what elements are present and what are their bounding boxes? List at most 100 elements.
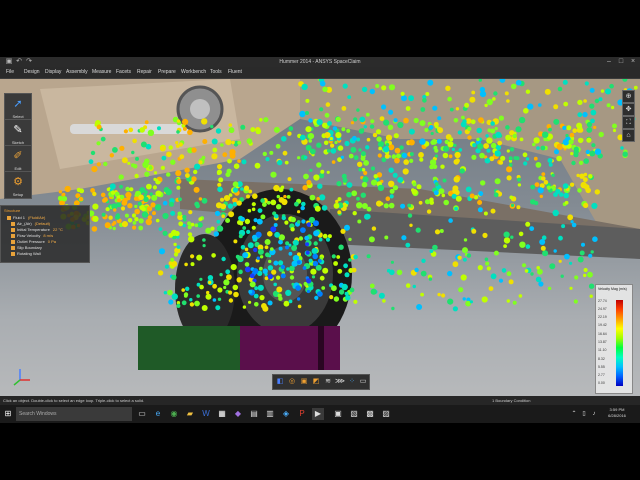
particle [293,255,300,261]
particle [553,249,557,253]
particle [490,142,497,149]
particle [329,136,333,141]
particle [484,257,489,262]
tree-header: Structure [4,208,21,213]
particle [312,260,319,267]
particle [227,203,234,209]
particle [130,163,135,168]
app-icon[interactable]: ▤ [248,408,260,420]
menu-design[interactable]: Design [24,69,40,75]
tree-item[interactable]: Initial Temperature 22 °C [11,227,63,232]
chrome-icon[interactable]: ◉ [168,408,180,420]
particle [400,203,406,209]
home-view-icon[interactable]: ⌂ [622,129,635,142]
particle [143,193,147,198]
minimize-button[interactable]: – [604,58,614,66]
menu-facets[interactable]: Facets [116,69,131,75]
word-icon[interactable]: W [200,408,212,420]
app-icon[interactable]: ▣ [4,58,14,66]
flow-icon[interactable]: ⋙ [335,377,345,387]
task-view-icon[interactable]: ▭ [136,408,148,420]
particle [506,99,510,103]
app-icon[interactable]: ▥ [264,408,276,420]
particle [510,203,515,207]
particle [301,201,306,207]
box-icon[interactable]: ▣ [299,377,309,387]
zoom-icon[interactable]: ⊕ [622,90,635,103]
tree-item[interactable]: Slip Boundary [11,245,45,250]
taskbar-clock[interactable]: 3:59 PM 6/28/2016 [600,407,634,419]
windows-start-icon[interactable]: ⊞ [2,408,14,420]
particle [349,287,355,293]
app-icon[interactable]: ◈ [280,408,292,420]
particle [419,138,426,145]
menu-file[interactable]: File [6,69,14,75]
particle [414,267,419,273]
particle [586,127,593,133]
menu-workbench[interactable]: Workbench [181,69,206,75]
taskbar-search-input[interactable]: Search Windows [16,407,132,421]
app-icon[interactable]: ▦ [216,408,228,420]
undo-icon[interactable]: ↶ [14,58,24,66]
redo-icon[interactable]: ↷ [24,58,34,66]
select-tool-button[interactable]: ➚ Select [4,93,32,121]
pan-icon[interactable]: ✥ [622,103,635,116]
particle [168,261,173,266]
particle [434,229,441,235]
visual-studio-icon[interactable]: ◆ [232,408,244,420]
magnet-icon[interactable]: ◧ [275,377,285,387]
particle [344,203,348,207]
particle [323,140,329,146]
powerpoint-icon[interactable]: P [296,408,308,420]
particle [486,148,491,153]
menu-repair[interactable]: Repair [137,69,152,75]
particle [455,158,460,164]
volume-icon[interactable]: ♪ [588,408,600,420]
particle [411,188,415,192]
spaceclaim-icon[interactable]: ▶ [312,408,324,420]
tree-item[interactable]: Flow Velocity 8 m/s [11,233,53,238]
wave-icon[interactable]: ≋ [323,377,333,387]
calculator-icon[interactable]: ▩ [364,408,376,420]
menu-tools[interactable]: Tools [210,69,222,75]
tree-item[interactable]: Outlet Pressure 0 Pa [11,239,56,244]
menu-assembly[interactable]: Assembly [66,69,88,75]
edit-tool-button[interactable]: ✐ Edit [4,145,32,173]
face-icon[interactable]: ◩ [311,377,321,387]
menu-display[interactable]: Display [45,69,61,75]
app-icon[interactable]: ▣ [332,408,344,420]
edge-browser-icon[interactable]: e [152,408,164,420]
app-icon[interactable]: ▧ [348,408,360,420]
tree-item[interactable]: Air_(Air) (Default) [11,221,50,226]
particle [228,298,234,303]
particle [384,153,390,159]
fit-icon[interactable]: ⛶ [622,116,635,129]
maximize-button[interactable]: □ [616,58,626,66]
particle [401,235,407,241]
particle [482,232,488,238]
particles-icon[interactable]: ⁘ [347,377,357,387]
menu-prepare[interactable]: Prepare [158,69,176,75]
particle [421,258,426,263]
tree-item[interactable]: Rotating Wall [11,251,44,256]
particle [100,136,106,142]
app-icon[interactable]: ▨ [380,408,392,420]
setup-tool-button[interactable]: ⚙ Setup [4,171,32,199]
particle [375,129,382,135]
close-button[interactable]: × [628,58,638,66]
circle-icon[interactable]: ◎ [287,377,297,387]
tree-item[interactable]: Fluid 1 (Fluid/Air) [7,215,45,220]
file-explorer-icon[interactable]: ▰ [184,408,196,420]
particle [297,210,301,214]
particle [516,205,521,210]
particle [447,270,453,277]
display-icon[interactable]: ▭ [358,377,368,387]
sketch-tool-button[interactable]: ✎ Sketch [4,119,32,147]
viewport-3d[interactable] [0,79,640,396]
particle [525,244,531,249]
particle [419,157,424,162]
particle [228,211,235,218]
menu-measure[interactable]: Measure [92,69,111,75]
particle [383,119,390,126]
menu-fluent[interactable]: Fluent [228,69,242,75]
